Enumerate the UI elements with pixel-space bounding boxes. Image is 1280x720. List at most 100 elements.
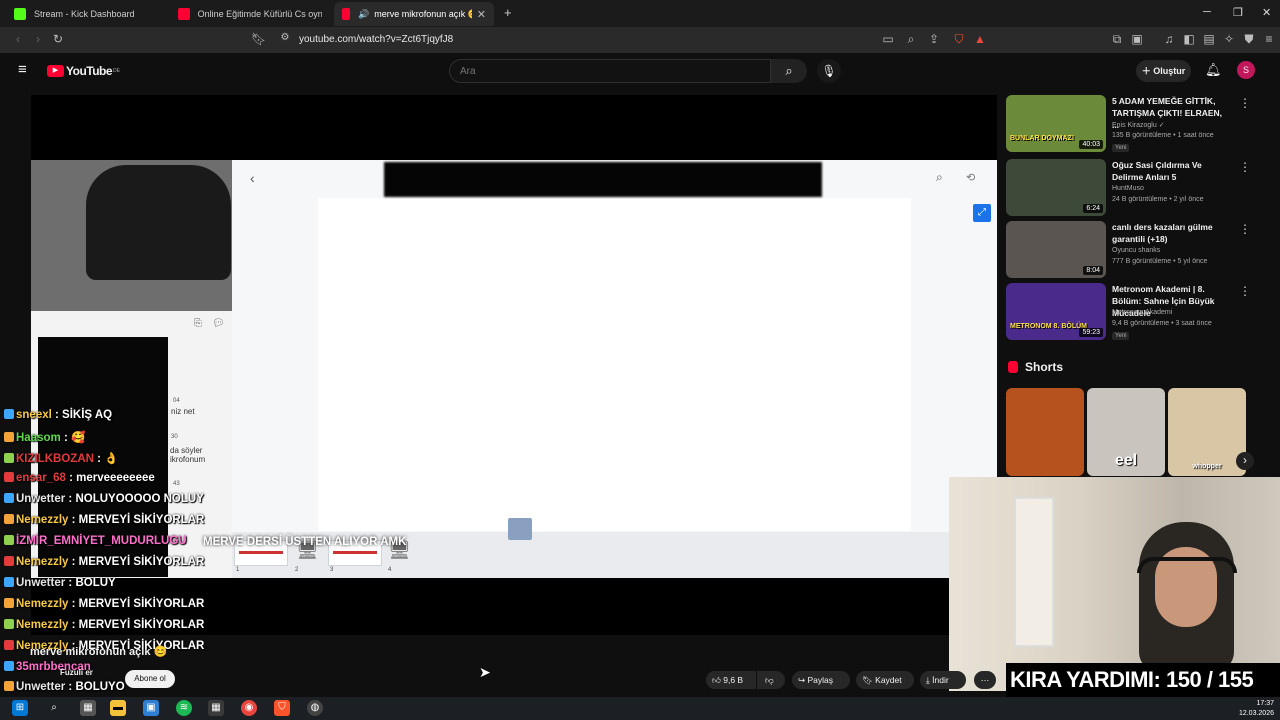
chat-snippet: 04 [173,398,180,404]
brave-shield-icon[interactable]: ⛉ [952,32,966,47]
video-thumbnail[interactable]: 6:24 [1006,159,1106,216]
more-options-icon[interactable]: ⋮ [1239,160,1251,174]
search-icon[interactable]: ⌕ [936,170,943,185]
youtube-play-icon: ▶ [47,65,64,77]
copy-icon[interactable]: ⎘ [194,318,202,329]
more-actions-button[interactable]: ⋯ [974,671,996,689]
chat-badge-icon [4,556,14,566]
rotate-icon[interactable]: ⟲ [966,171,975,184]
create-label: Oluştur [1153,66,1186,76]
dislike-button[interactable]: 👎︎ [757,671,785,689]
search-icon: ⌕ [785,63,793,78]
channel-name[interactable]: Fuzuli er [60,668,93,677]
search-input[interactable] [449,59,771,83]
menu-icon[interactable]: ≡ [1262,32,1276,46]
video-channel[interactable]: Metronom Akademi [1112,309,1172,316]
media-icon[interactable]: ♫ [1162,32,1176,46]
extension-icon[interactable]: ▣ [1130,32,1144,46]
wallet-icon[interactable]: ▤ [1202,32,1216,46]
chat-text: SİKİŞ AQ [62,409,113,421]
share-button[interactable]: ↪ Paylaş [792,671,850,689]
minimize-icon[interactable]: ─ [1203,6,1211,18]
more-options-icon[interactable]: ⋮ [1239,222,1251,236]
video-channel[interactable]: Oyuncu shanks [1112,247,1160,254]
plus-icon: ＋ [1141,66,1154,76]
cast-icon[interactable]: ▭ [881,32,895,46]
tab-youtube-1[interactable]: Online Eğitimde Küfürlü Cs oynayan [170,2,330,26]
subscribe-button[interactable]: Abone ol [125,670,175,688]
video-channel[interactable]: HuntMuso [1112,185,1144,192]
forward-icon[interactable]: › [31,32,45,46]
calculator-icon[interactable]: ▦ [208,700,224,716]
rent-goal-value: 150 / 155 [1166,667,1254,692]
short-thumbnail[interactable]: eel [1087,388,1165,476]
file-explorer-icon[interactable]: ▬ [110,700,126,716]
download-button[interactable]: ⤓ İndir [920,671,966,689]
leo-icon[interactable]: ✧ [1222,32,1236,46]
brave-icon[interactable]: ⛉ [274,700,290,716]
search-button[interactable]: ⌕ [771,59,807,83]
sidebar-icon[interactable]: ◧ [1182,32,1196,46]
vpn-icon[interactable]: ⛊ [1242,32,1256,47]
short-thumbnail[interactable] [1006,388,1084,476]
video-title-link[interactable]: Oğuz Sasi Çıldırma Ve Delirme Anları 5 [1112,159,1230,183]
back-icon[interactable]: ‹ [11,32,25,46]
store-icon[interactable]: ▣ [143,700,159,716]
video-duration: 6:24 [1083,204,1103,213]
reload-icon[interactable]: ↻ [51,32,65,46]
spotify-icon[interactable]: ≋ [176,700,192,716]
like-button[interactable]: 👍︎ 9,6 B [706,671,756,689]
save-button[interactable]: 🔖︎ Kaydet [856,671,914,689]
tab-title: merve mikrofonun açık 😊 - Y [374,8,472,19]
task-view-icon[interactable]: ▦ [80,700,96,716]
system-clock: 17:37 12.03.2026 [1239,699,1274,719]
chat-separator: : [65,577,76,589]
more-options-icon[interactable]: ⋮ [1239,284,1251,298]
youtube-logo[interactable]: ▶ YouTube DE [47,64,120,78]
redacted-face [86,165,231,280]
tab-kick-dashboard[interactable]: Stream - Kick Dashboard [6,2,166,26]
chevron-right-icon[interactable]: › [1236,452,1254,470]
chat-icon[interactable]: 💬︎ [212,318,225,329]
short-thumbnail[interactable]: whopper [1168,388,1246,476]
thumbnail-caption: BUNLAR DOYMAZ! [1010,135,1075,142]
save-label: Kaydet [875,675,902,685]
brave-rewards-icon[interactable]: ▲ [973,32,987,46]
video-thumbnail[interactable]: BUNLAR DOYMAZ! 40:03 [1006,95,1106,152]
new-tab-button[interactable]: + [504,5,512,20]
chat-badge-icon [4,409,14,419]
bookmark-icon[interactable]: 🔖︎ [251,32,266,46]
start-icon[interactable]: ⊞ [12,700,28,716]
address-bar[interactable]: youtube.com/watch?v=Zct6TjqyfJ8 [299,34,453,45]
clock-date: 12.03.2026 [1238,710,1274,717]
tab-youtube-active[interactable]: 🔊 merve mikrofonun açık 😊 - Y ✕ [334,2,494,26]
voice-search-button[interactable]: 🎙︎ [817,59,841,83]
close-tab-icon[interactable]: ✕ [477,8,486,21]
more-options-icon[interactable]: ⋮ [1239,96,1251,110]
fullscreen-icon[interactable]: ⤢ [973,204,991,222]
video-channel[interactable]: Enis Kirazoglu ✓ [1112,121,1165,129]
zoom-icon[interactable]: ⌕ [904,32,918,47]
chrome-icon[interactable]: ◉ [241,700,257,716]
chat-snippet: 30 [171,434,178,440]
video-title-link[interactable]: canlı ders kazaları gülme garantili (+18… [1112,221,1230,245]
extensions-icon[interactable]: ⧉ [1110,32,1124,47]
video-thumbnail[interactable]: METRONOM 8. BÖLÜM 59:23 [1006,283,1106,340]
create-button[interactable]: ＋ Oluştur [1136,60,1191,82]
thumb-number: 3 [330,567,334,573]
video-duration: 59:23 [1079,328,1103,337]
obs-icon[interactable]: ◍ [307,700,323,716]
avatar[interactable]: S [1237,61,1255,79]
maximize-icon[interactable]: ❐ [1233,6,1243,19]
tab-title: Online Eğitimde Küfürlü Cs oynayan [197,9,322,19]
hamburger-menu-icon[interactable]: ≡ [18,61,27,78]
site-info-icon[interactable]: ⚙ [278,32,292,43]
share-icon[interactable]: ⇪ [927,32,941,46]
chat-separator: : [65,681,76,693]
chevron-left-icon[interactable]: ‹ [250,170,255,186]
search-icon[interactable]: ⌕ [46,700,62,716]
notifications-bell-icon[interactable]: 🔔︎ [1205,62,1222,78]
video-thumbnail[interactable]: 8:04 [1006,221,1106,278]
tab-title: Stream - Kick Dashboard [34,9,135,19]
close-window-icon[interactable]: ✕ [1262,6,1271,19]
